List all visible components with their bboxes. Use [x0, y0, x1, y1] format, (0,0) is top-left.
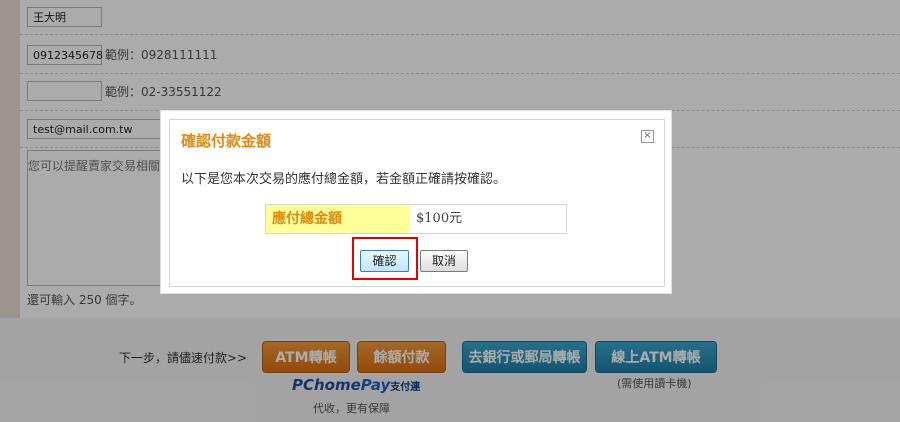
dialog-frame: 確認付款金額 × 以下是您本次交易的應付總金額，若金額正確請按確認。 應付總金額…: [169, 119, 665, 287]
amount-box: 應付總金額 $100元: [265, 204, 567, 234]
cancel-button[interactable]: 取消: [420, 250, 468, 272]
amount-label: 應付總金額: [266, 205, 410, 233]
confirm-payment-dialog: 確認付款金額 × 以下是您本次交易的應付總金額，若金額正確請按確認。 應付總金額…: [160, 110, 672, 294]
dialog-message: 以下是您本次交易的應付總金額，若金額正確請按確認。: [181, 172, 507, 187]
confirm-button[interactable]: 確認: [360, 250, 409, 272]
close-icon[interactable]: ×: [641, 130, 654, 143]
amount-value: $100元: [416, 211, 463, 226]
dialog-title: 確認付款金額: [181, 132, 272, 150]
